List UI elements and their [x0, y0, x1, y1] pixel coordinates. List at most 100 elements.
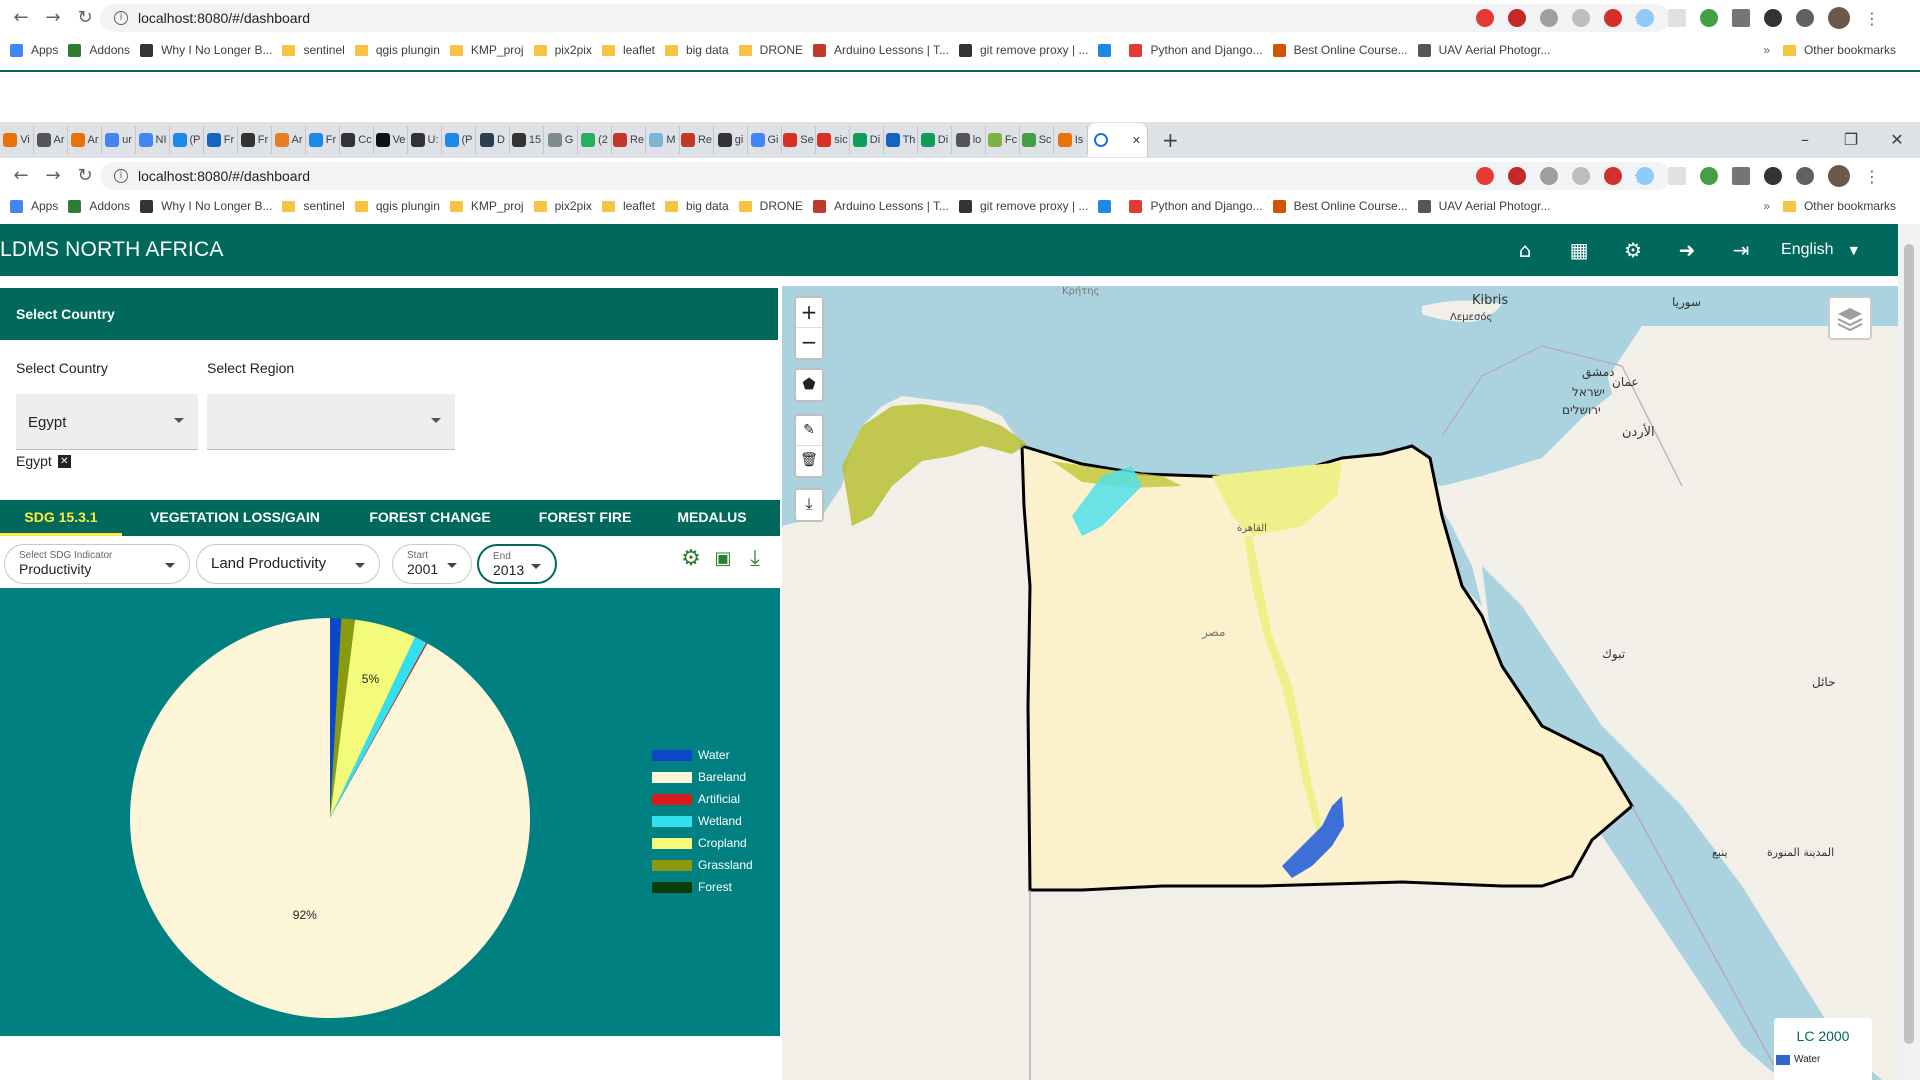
browser-tab[interactable]: Se	[782, 126, 816, 154]
browser-tab[interactable]: Re	[680, 126, 714, 154]
logout-icon[interactable]: ⇥	[1727, 238, 1755, 262]
extension-icon[interactable]	[1540, 167, 1558, 185]
bookmark-item[interactable]	[1098, 43, 1119, 57]
browser-tab[interactable]: ur	[102, 126, 136, 154]
bookmark-item[interactable]: Best Online Course...	[1272, 199, 1408, 213]
extension-icon[interactable]	[1668, 167, 1686, 185]
browser-tab[interactable]: Di	[850, 126, 884, 154]
extension-icon[interactable]	[1540, 9, 1558, 27]
bookmark-item[interactable]: sentinel	[282, 199, 345, 213]
bookmark-item[interactable]: UAV Aerial Photogr...	[1417, 199, 1550, 213]
tab-forest-change[interactable]: FOREST CHANGE	[348, 500, 512, 536]
settings-gear-icon[interactable]: ⚙	[678, 546, 704, 572]
reload-icon[interactable]: ↻	[74, 7, 96, 29]
pie-slice-bareland[interactable]	[129, 618, 531, 1018]
extension-icon[interactable]	[1476, 9, 1494, 27]
trash-icon[interactable]: 🗑	[796, 446, 822, 476]
back-icon[interactable]: ←	[10, 165, 32, 187]
map-view[interactable]: Kibris Λεμεσός Κρήτης ישראל ירושלים عمان…	[782, 286, 1898, 1080]
language-select[interactable]: English ▼	[1781, 241, 1858, 259]
bookmarks-overflow-icon[interactable]: »	[1763, 43, 1770, 57]
bookmark-item[interactable]: Best Online Course...	[1272, 43, 1408, 57]
bookmark-item[interactable]: leaflet	[601, 199, 655, 213]
bookmark-item[interactable]: big data	[664, 43, 729, 57]
browser-tab[interactable]: Cc	[340, 126, 374, 154]
bookmarks-overflow-icon[interactable]: »	[1763, 199, 1770, 213]
browser-tab[interactable]: Ar	[272, 126, 306, 154]
bookmark-item[interactable]: KMP_proj	[449, 43, 524, 57]
site-info-icon[interactable]: i	[114, 169, 128, 183]
other-bookmarks[interactable]: Other bookmarks	[1782, 199, 1896, 213]
bookmark-item[interactable]: pix2pix	[533, 43, 592, 57]
home-icon[interactable]: ⌂	[1511, 238, 1539, 262]
legend-item[interactable]: Forest	[652, 876, 753, 898]
sdg-indicator-select[interactable]: Select SDG Indicator Productivity	[4, 544, 190, 584]
extension-icon[interactable]	[1572, 9, 1590, 27]
download-icon[interactable]: ⤓	[796, 490, 822, 520]
bookmark-item[interactable]: leaflet	[601, 43, 655, 57]
scrollbar-thumb[interactable]	[1904, 244, 1914, 1044]
browser-tab[interactable]: Fr	[238, 126, 272, 154]
layers-icon[interactable]	[1828, 296, 1872, 340]
browser-tab[interactable]: Is	[1054, 126, 1088, 154]
address-bar[interactable]: i localhost:8080/#/dashboard	[100, 162, 1670, 190]
start-year-select[interactable]: Start 2001	[392, 544, 472, 584]
legend-item[interactable]: Bareland	[652, 766, 753, 788]
bookmark-item[interactable]: Python and Django...	[1129, 199, 1263, 213]
browser-tab[interactable]: Vi	[0, 126, 34, 154]
avatar[interactable]	[1828, 7, 1850, 29]
address-bar[interactable]: i localhost:8080/#/dashboard	[100, 4, 1670, 32]
close-window-icon[interactable]: ✕	[1874, 122, 1920, 158]
browser-tab[interactable]: D	[476, 126, 510, 154]
other-bookmarks[interactable]: Other bookmarks	[1782, 43, 1896, 57]
browser-tab[interactable]: Fc	[986, 126, 1020, 154]
legend-item[interactable]: Wetland	[652, 810, 753, 832]
browser-tab[interactable]: U:	[408, 126, 442, 154]
login-icon[interactable]: ➜	[1673, 238, 1701, 262]
browser-tab[interactable]: (P	[170, 126, 204, 154]
extension-icon[interactable]	[1572, 167, 1590, 185]
extension-icon[interactable]	[1636, 167, 1654, 185]
extension-icon[interactable]	[1732, 9, 1750, 27]
reload-icon[interactable]: ↻	[74, 165, 96, 187]
download-icon[interactable]: ⤓	[742, 546, 768, 572]
bookmark-item[interactable]: git remove proxy | ...	[958, 199, 1088, 213]
extension-icon[interactable]	[1700, 167, 1718, 185]
browser-tab[interactable]: (P	[442, 126, 476, 154]
end-year-select[interactable]: End 2013	[477, 544, 557, 584]
adblock-icon[interactable]	[1604, 167, 1622, 185]
browser-tab[interactable]: Re	[612, 126, 646, 154]
draw-polygon-icon[interactable]: ⬟	[796, 370, 822, 400]
browser-tab[interactable]: sic	[816, 126, 850, 154]
bookmark-item[interactable]: qgis plungin	[354, 199, 440, 213]
browser-tab[interactable]: Fr	[204, 126, 238, 154]
browser-tab[interactable]: Gi	[748, 126, 782, 154]
browser-tab-active[interactable]: ✕	[1088, 123, 1148, 157]
bookmark-item[interactable]: UAV Aerial Photogr...	[1417, 43, 1550, 57]
browser-tab[interactable]: Ve	[374, 126, 408, 154]
bookmark-item[interactable]: Why I No Longer B...	[140, 199, 272, 213]
extension-icon[interactable]	[1668, 9, 1686, 27]
browser-tab[interactable]: Ar	[34, 126, 68, 154]
menu-kebab-icon[interactable]: ⋮	[1864, 9, 1880, 28]
bookmark-item[interactable]: Arduino Lessons | T...	[813, 199, 949, 213]
puzzle-icon[interactable]	[1796, 167, 1814, 185]
extension-icon[interactable]	[1476, 167, 1494, 185]
browser-tab[interactable]: Sc	[1020, 126, 1054, 154]
adblock-icon[interactable]	[1604, 9, 1622, 27]
legend-item[interactable]: Artificial	[652, 788, 753, 810]
bookmark-item[interactable]: big data	[664, 199, 729, 213]
browser-tab[interactable]: (2	[578, 126, 612, 154]
legend-item[interactable]: Grassland	[652, 854, 753, 876]
tab-vegetation-loss-gain[interactable]: VEGETATION LOSS/GAIN	[122, 500, 348, 536]
edit-icon[interactable]: ✎	[796, 416, 822, 446]
avatar[interactable]	[1828, 165, 1850, 187]
back-icon[interactable]: ←	[10, 7, 32, 29]
zoom-in-button[interactable]: +	[796, 298, 822, 328]
bookmark-item[interactable]: DRONE	[738, 43, 803, 57]
extension-icon[interactable]	[1508, 167, 1526, 185]
site-info-icon[interactable]: i	[114, 11, 128, 25]
minimize-icon[interactable]: –	[1782, 122, 1828, 158]
country-select[interactable]: Egypt	[16, 394, 198, 450]
dashboard-icon[interactable]: ▦	[1565, 238, 1593, 262]
